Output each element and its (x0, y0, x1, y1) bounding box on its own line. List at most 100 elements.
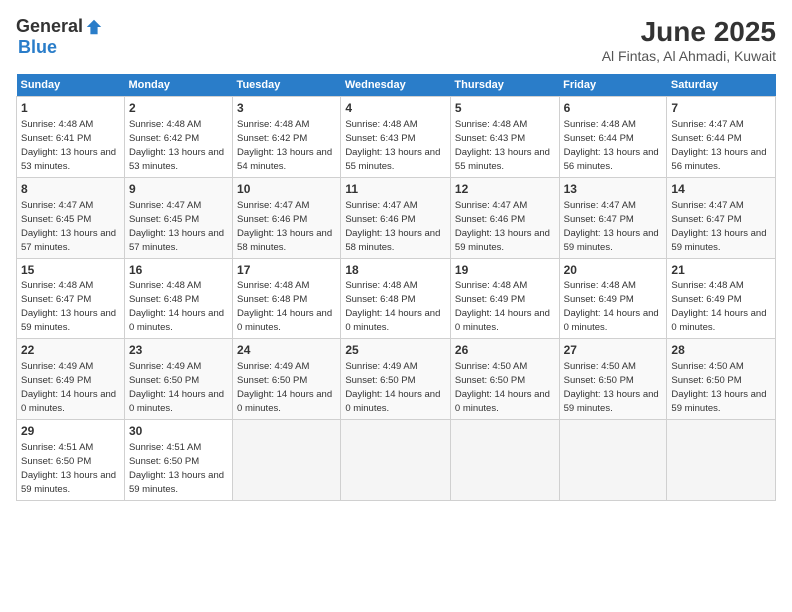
day-number: 18 (345, 262, 446, 279)
day-info: Sunrise: 4:49 AMSunset: 6:49 PMDaylight:… (21, 361, 116, 414)
day-info: Sunrise: 4:47 AMSunset: 6:46 PMDaylight:… (455, 200, 550, 253)
day-number: 5 (455, 100, 555, 117)
title-area: June 2025 Al Fintas, Al Ahmadi, Kuwait (602, 16, 776, 64)
table-row: 14Sunrise: 4:47 AMSunset: 6:47 PMDayligh… (667, 177, 776, 258)
table-row: 6Sunrise: 4:48 AMSunset: 6:44 PMDaylight… (559, 97, 667, 178)
calendar-week-row: 1 Sunrise: 4:48 AMSunset: 6:41 PMDaylight… (17, 97, 776, 178)
table-row: 13Sunrise: 4:47 AMSunset: 6:47 PMDayligh… (559, 177, 667, 258)
day-info: Sunrise: 4:48 AMSunset: 6:44 PMDaylight:… (564, 119, 659, 172)
header-sunday: Sunday (17, 74, 125, 97)
day-info: Sunrise: 4:48 AMSunset: 6:48 PMDaylight:… (345, 280, 440, 333)
day-info: Sunrise: 4:49 AMSunset: 6:50 PMDaylight:… (129, 361, 224, 414)
day-info: Sunrise: 4:48 AMSunset: 6:42 PMDaylight:… (129, 119, 224, 172)
day-number: 24 (237, 342, 336, 359)
table-row: 4Sunrise: 4:48 AMSunset: 6:43 PMDaylight… (341, 97, 451, 178)
table-row: 18Sunrise: 4:48 AMSunset: 6:48 PMDayligh… (341, 258, 451, 339)
day-info: Sunrise: 4:51 AMSunset: 6:50 PMDaylight:… (129, 442, 224, 495)
calendar-week-row: 22 Sunrise: 4:49 AMSunset: 6:49 PMDayligh… (17, 339, 776, 420)
day-number: 29 (21, 423, 120, 440)
calendar-week-row: 29 Sunrise: 4:51 AMSunset: 6:50 PMDayligh… (17, 420, 776, 501)
day-info: Sunrise: 4:47 AMSunset: 6:47 PMDaylight:… (564, 200, 659, 253)
day-number: 9 (129, 181, 228, 198)
table-row: 11 Sunrise: 4:47 AMSunset: 6:46 PMDayligh… (341, 177, 451, 258)
table-row: 7Sunrise: 4:47 AMSunset: 6:44 PMDaylight… (667, 97, 776, 178)
day-info: Sunrise: 4:48 AMSunset: 6:41 PMDaylight:… (21, 119, 116, 172)
day-info: Sunrise: 4:50 AMSunset: 6:50 PMDaylight:… (671, 361, 766, 414)
day-info: Sunrise: 4:47 AMSunset: 6:46 PMDaylight:… (237, 200, 332, 253)
table-row: 17Sunrise: 4:48 AMSunset: 6:48 PMDayligh… (233, 258, 341, 339)
day-info: Sunrise: 4:48 AMSunset: 6:43 PMDaylight:… (455, 119, 550, 172)
table-row (233, 420, 341, 501)
day-number: 20 (564, 262, 663, 279)
table-row: 2 Sunrise: 4:48 AMSunset: 6:42 PMDaylight… (124, 97, 232, 178)
calendar-week-row: 8 Sunrise: 4:47 AMSunset: 6:45 PMDaylight… (17, 177, 776, 258)
table-row (559, 420, 667, 501)
calendar-week-row: 15Sunrise: 4:48 AMSunset: 6:47 PMDayligh… (17, 258, 776, 339)
table-row: 10 Sunrise: 4:47 AMSunset: 6:46 PMDayligh… (233, 177, 341, 258)
table-row (667, 420, 776, 501)
day-info: Sunrise: 4:48 AMSunset: 6:49 PMDaylight:… (671, 280, 766, 333)
day-info: Sunrise: 4:50 AMSunset: 6:50 PMDaylight:… (564, 361, 659, 414)
header-friday: Friday (559, 74, 667, 97)
logo-icon (85, 18, 103, 36)
header: General Blue June 2025 Al Fintas, Al Ahm… (16, 16, 776, 64)
day-number: 30 (129, 423, 228, 440)
day-number: 3 (237, 100, 336, 117)
day-number: 16 (129, 262, 228, 279)
table-row: 26Sunrise: 4:50 AMSunset: 6:50 PMDayligh… (450, 339, 559, 420)
day-info: Sunrise: 4:49 AMSunset: 6:50 PMDaylight:… (345, 361, 440, 414)
day-number: 10 (237, 181, 336, 198)
header-monday: Monday (124, 74, 232, 97)
day-number: 14 (671, 181, 771, 198)
day-number: 12 (455, 181, 555, 198)
table-row: 5 Sunrise: 4:48 AMSunset: 6:43 PMDaylight… (450, 97, 559, 178)
table-row: 21Sunrise: 4:48 AMSunset: 6:49 PMDayligh… (667, 258, 776, 339)
table-row (450, 420, 559, 501)
day-number: 8 (21, 181, 120, 198)
table-row (341, 420, 451, 501)
table-row: 1 Sunrise: 4:48 AMSunset: 6:41 PMDaylight… (17, 97, 125, 178)
location: Al Fintas, Al Ahmadi, Kuwait (602, 48, 776, 64)
day-number: 26 (455, 342, 555, 359)
table-row: 28 Sunrise: 4:50 AMSunset: 6:50 PMDayligh… (667, 339, 776, 420)
table-row: 22 Sunrise: 4:49 AMSunset: 6:49 PMDayligh… (17, 339, 125, 420)
page: General Blue June 2025 Al Fintas, Al Ahm… (0, 0, 792, 612)
day-number: 25 (345, 342, 446, 359)
table-row: 20Sunrise: 4:48 AMSunset: 6:49 PMDayligh… (559, 258, 667, 339)
table-row: 27 Sunrise: 4:50 AMSunset: 6:50 PMDayligh… (559, 339, 667, 420)
day-number: 1 (21, 100, 120, 117)
day-info: Sunrise: 4:47 AMSunset: 6:45 PMDaylight:… (129, 200, 224, 253)
header-thursday: Thursday (450, 74, 559, 97)
table-row: 16Sunrise: 4:48 AMSunset: 6:48 PMDayligh… (124, 258, 232, 339)
day-number: 7 (671, 100, 771, 117)
table-row: 23Sunrise: 4:49 AMSunset: 6:50 PMDayligh… (124, 339, 232, 420)
month-title: June 2025 (602, 16, 776, 48)
table-row: 8 Sunrise: 4:47 AMSunset: 6:45 PMDaylight… (17, 177, 125, 258)
day-info: Sunrise: 4:48 AMSunset: 6:49 PMDaylight:… (564, 280, 659, 333)
logo-text: General (16, 16, 103, 37)
table-row: 30 Sunrise: 4:51 AMSunset: 6:50 PMDayligh… (124, 420, 232, 501)
logo-blue: Blue (18, 37, 57, 58)
table-row: 19Sunrise: 4:48 AMSunset: 6:49 PMDayligh… (450, 258, 559, 339)
day-info: Sunrise: 4:48 AMSunset: 6:42 PMDaylight:… (237, 119, 332, 172)
logo-general: General (16, 16, 83, 37)
header-tuesday: Tuesday (233, 74, 341, 97)
day-info: Sunrise: 4:48 AMSunset: 6:47 PMDaylight:… (21, 280, 116, 333)
day-number: 28 (671, 342, 771, 359)
table-row: 9 Sunrise: 4:47 AMSunset: 6:45 PMDaylight… (124, 177, 232, 258)
day-number: 22 (21, 342, 120, 359)
calendar-header-row: Sunday Monday Tuesday Wednesday Thursday… (17, 74, 776, 97)
day-number: 27 (564, 342, 663, 359)
table-row: 25 Sunrise: 4:49 AMSunset: 6:50 PMDayligh… (341, 339, 451, 420)
day-number: 19 (455, 262, 555, 279)
day-info: Sunrise: 4:48 AMSunset: 6:43 PMDaylight:… (345, 119, 440, 172)
day-info: Sunrise: 4:47 AMSunset: 6:45 PMDaylight:… (21, 200, 116, 253)
day-number: 21 (671, 262, 771, 279)
header-wednesday: Wednesday (341, 74, 451, 97)
day-number: 11 (345, 181, 446, 198)
day-info: Sunrise: 4:49 AMSunset: 6:50 PMDaylight:… (237, 361, 332, 414)
day-number: 2 (129, 100, 228, 117)
day-info: Sunrise: 4:48 AMSunset: 6:48 PMDaylight:… (237, 280, 332, 333)
day-info: Sunrise: 4:47 AMSunset: 6:46 PMDaylight:… (345, 200, 440, 253)
day-number: 17 (237, 262, 336, 279)
